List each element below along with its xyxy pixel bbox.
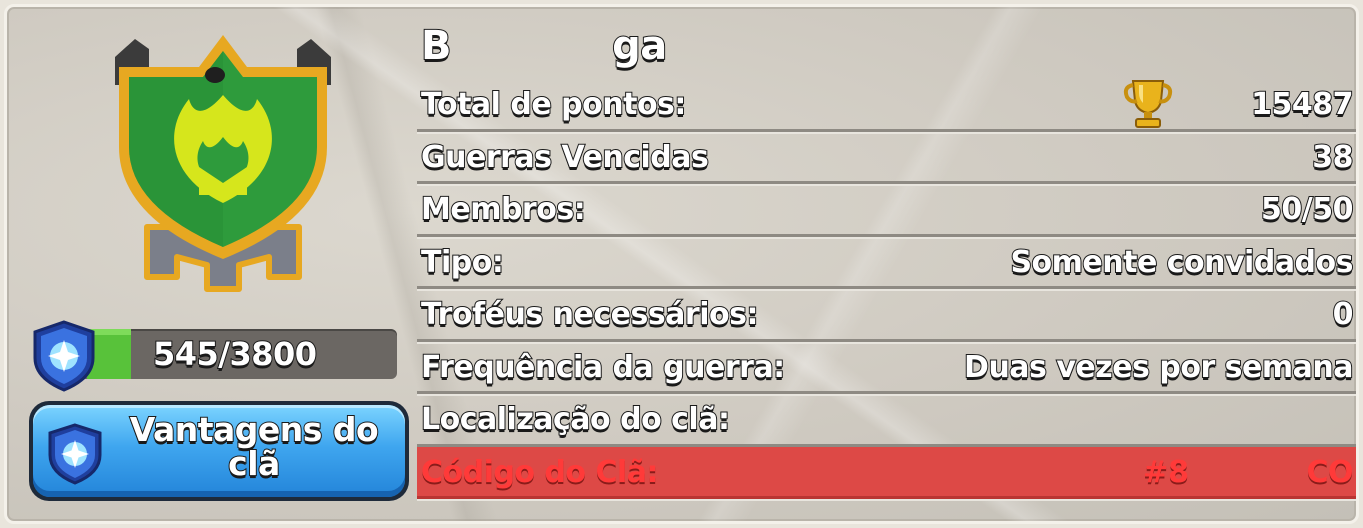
stat-row-clan-location: Localização do clã: bbox=[417, 394, 1356, 447]
clan-name: B ga bbox=[420, 22, 668, 70]
stat-value: 0 bbox=[1332, 296, 1355, 333]
clan-code-prefix: #8 bbox=[1143, 454, 1190, 490]
clan-badge-icon bbox=[115, 35, 331, 292]
stat-row-clan-code[interactable]: Código do Clã: #8 CO bbox=[417, 446, 1356, 499]
clan-xp-text: 545/3800 bbox=[152, 334, 318, 374]
stat-label: Frequência da guerra: bbox=[420, 349, 786, 386]
clan-perks-button[interactable]: Vantagens do clã bbox=[29, 401, 409, 501]
clan-perks-gem-icon bbox=[48, 423, 102, 485]
stat-label: Localização do clã: bbox=[420, 401, 731, 438]
stat-label: Tipo: bbox=[420, 244, 505, 281]
clan-level-gem-icon bbox=[33, 320, 95, 392]
clan-perks-label: Vantagens do clã bbox=[129, 410, 380, 483]
stat-row-required-trophies: Troféus necessários: 0 bbox=[417, 289, 1356, 342]
stat-label: Membros: bbox=[420, 191, 587, 228]
stat-row-type: Tipo: Somente convidados bbox=[417, 237, 1356, 289]
stat-label: Troféus necessários: bbox=[420, 296, 759, 333]
trophy-icon bbox=[1123, 80, 1173, 128]
stat-row-war-frequency: Frequência da guerra: Duas vezes por sem… bbox=[417, 342, 1356, 394]
stat-row-wars-won: Guerras Vencidas 38 bbox=[417, 132, 1356, 184]
stat-value: 38 bbox=[1311, 139, 1354, 176]
stat-label: Guerras Vencidas bbox=[420, 139, 710, 176]
stat-value: Duas vezes por semana bbox=[963, 349, 1354, 386]
stat-label: Total de pontos: bbox=[420, 86, 687, 123]
clan-code-label: Código do Clã: bbox=[421, 454, 658, 490]
stat-row-members: Membros: 50/50 bbox=[417, 184, 1356, 237]
clan-stats-list: Total de pontos: 15487 Guerras Vencidas … bbox=[417, 79, 1356, 499]
stat-value: 15487 bbox=[1250, 86, 1354, 123]
stat-row-total-points: Total de pontos: 15487 bbox=[417, 79, 1356, 132]
clan-info-panel: 545/3800 Vantagens do clã B ga Total de … bbox=[4, 4, 1359, 524]
clan-code-suffix: CO bbox=[1306, 454, 1353, 490]
stat-value: Somente convidados bbox=[1009, 244, 1354, 281]
stat-value: 50/50 bbox=[1260, 191, 1354, 228]
